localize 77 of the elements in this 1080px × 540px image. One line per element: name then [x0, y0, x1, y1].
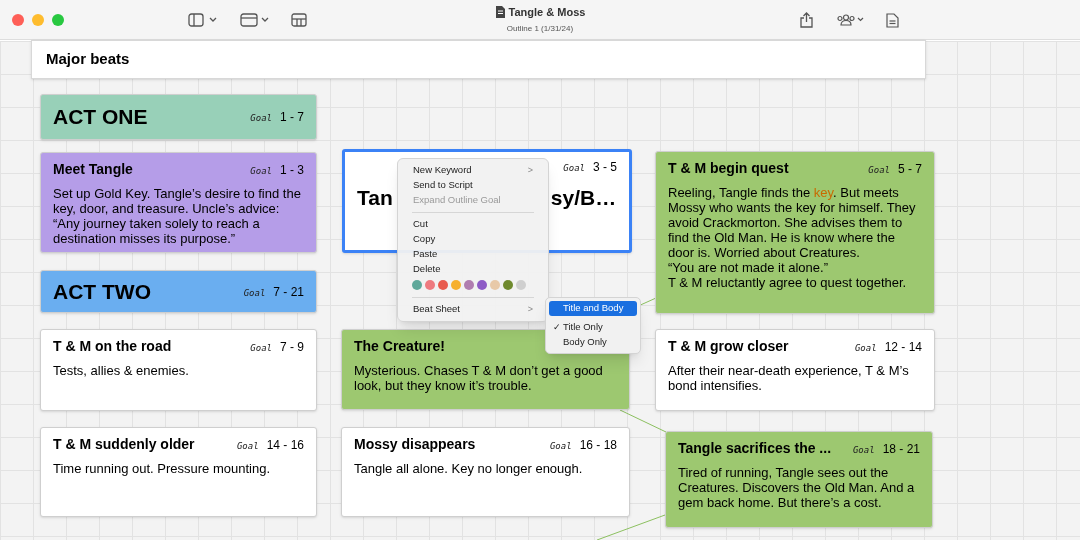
menu-item[interactable]: New Keyword > — [398, 163, 548, 178]
card-body-text: Tests, allies & enemies. — [53, 363, 190, 378]
beat-card[interactable]: Tangle sacrifices the ... Goal 18 - 21 Tired of running, Tangle sees out the Creatures. Discovers the Old Man. And a gem back home. But there’s a cost. — [665, 431, 933, 528]
card-title: ACT ONE — [53, 104, 148, 131]
sidebar-icon[interactable] — [188, 13, 218, 27]
color-swatch[interactable] — [516, 280, 526, 290]
color-swatch[interactable] — [412, 280, 422, 290]
card-title: Tangle sacrifices the ... — [678, 439, 832, 458]
card-title-fragment: Tan — [357, 185, 393, 211]
goal-range: 18 - 21 — [882, 440, 920, 458]
color-swatch[interactable] — [490, 280, 500, 290]
goal-label: Goal — [236, 439, 259, 453]
color-swatch[interactable] — [503, 280, 513, 290]
zoom-button[interactable] — [52, 13, 64, 26]
card-title-fragment: sy/B… — [550, 185, 617, 211]
collaborators-icon[interactable] — [836, 14, 864, 26]
beat-card[interactable]: T & M grow closer Goal 12 - 14 After their near-death experience, T & M’s bond intensifies. — [655, 329, 935, 411]
goal-range: 12 - 14 — [884, 338, 922, 356]
goal-label: Goal — [852, 443, 875, 457]
card-body-text: Set up Gold Key. Tangle’s desire to find the key, door, and treasure. Uncle’s advice: “Any journey taken solely to reach a destination misses its purpose.” — [53, 186, 302, 246]
menu-item[interactable]: Cut — [398, 217, 548, 232]
goal-range: 7 - 21 — [273, 283, 304, 301]
menu-item[interactable]: Delete — [398, 262, 548, 277]
beat-card[interactable]: T & M suddenly older Goal 14 - 16 Time running out. Pressure mounting. — [40, 427, 317, 517]
script-icon[interactable] — [886, 13, 899, 28]
goal-label: Goal — [250, 164, 272, 178]
act-card[interactable]: ACT ONE Goal 1 - 7 — [40, 94, 317, 140]
act-card[interactable]: ACT TWO Goal 7 - 21 — [40, 270, 317, 313]
menu-item[interactable]: Beat Sheet > — [398, 302, 548, 317]
goal-label: Goal — [549, 439, 572, 453]
color-swatch[interactable] — [451, 280, 461, 290]
goal-label: Goal — [250, 112, 272, 125]
card-body-text: Tangle all alone. Key no longer enough. — [354, 461, 584, 476]
goal-range: 14 - 16 — [266, 436, 304, 454]
goal-range: 16 - 18 — [579, 436, 617, 454]
header-title: Major beats — [46, 49, 130, 70]
goal-label: Goal — [868, 163, 890, 177]
card-title: Mossy disappears — [354, 435, 476, 454]
card-title: T & M on the road — [53, 337, 172, 356]
color-swatch[interactable] — [477, 280, 487, 290]
goal-range: 1 - 7 — [280, 109, 304, 126]
beat-card[interactable] — [655, 151, 935, 314]
goal-range: 7 - 9 — [280, 338, 304, 356]
card-title: T & M grow closer — [668, 337, 789, 356]
window-icon[interactable] — [240, 13, 270, 27]
layout-icon[interactable] — [291, 13, 307, 27]
card-body-text: Mysterious. Chases T & M don’t get a good look, but they know it’s trouble. — [354, 363, 604, 393]
goal-label: Goal — [250, 341, 272, 355]
card-body-text: Reeling, Tangle finds the key. But meets Mossy who wants the key for himself. They avoid Crackmorton. She advises them to find the Old Man. He is know where the door is. Worried about Creatures. “You are not made it alone.” T & M reluctantly agree to quest together. — [668, 185, 917, 290]
goal-range: 1 - 3 — [280, 161, 304, 179]
card-title: T & M begin quest — [668, 159, 789, 178]
card-title: Meet Tangle — [53, 160, 133, 179]
goal-range: 3 - 5 — [593, 159, 617, 176]
share-icon[interactable] — [800, 12, 813, 28]
card-title: ACT TWO — [53, 278, 151, 305]
card-title: T & M suddenly older — [53, 435, 195, 454]
color-swatch[interactable] — [425, 280, 435, 290]
goal-label: Goal — [563, 162, 585, 175]
card-body-text: After their near-death experience, T & M’s bond intensifies. — [668, 363, 910, 393]
beat-card[interactable]: Mossy disappears Goal 16 - 18 Tangle all alone. Key no longer enough. — [341, 427, 630, 517]
close-button[interactable] — [12, 13, 24, 26]
color-swatch[interactable] — [464, 280, 474, 290]
submenu-item[interactable]: Title and Body — [549, 301, 637, 316]
goal-label: Goal — [854, 341, 877, 355]
window-title: Tangle & Moss — [508, 5, 586, 20]
menu-item[interactable]: Send to Script — [398, 178, 548, 193]
card-body-text: Tired of running, Tangle sees out the Creatures. Discovers the Old Man. And a gem back home. But there’s a cost. — [678, 465, 916, 510]
card-body-text: Time running out. Pressure mounting. — [53, 461, 271, 476]
window-subtitle: Outline 1 (1/31/24) — [506, 22, 574, 35]
goal-label: Goal — [243, 286, 266, 300]
card-title: The Creature! — [354, 337, 446, 356]
beat-card[interactable]: Meet Tangle Goal 1 - 3 Set up Gold Key. Tangle’s desire to find the key, door, and treasure. Uncle’s advice: “Any journey taken solely to reach a destination misses its purpose.” — [40, 152, 317, 253]
beat-card[interactable]: T & M on the road Goal 7 - 9 Tests, allies & enemies. — [40, 329, 317, 411]
menu-item[interactable]: Copy — [398, 232, 548, 247]
color-swatch[interactable] — [438, 280, 448, 290]
goal-range: 5 - 7 — [898, 160, 922, 178]
document-icon — [494, 6, 505, 19]
